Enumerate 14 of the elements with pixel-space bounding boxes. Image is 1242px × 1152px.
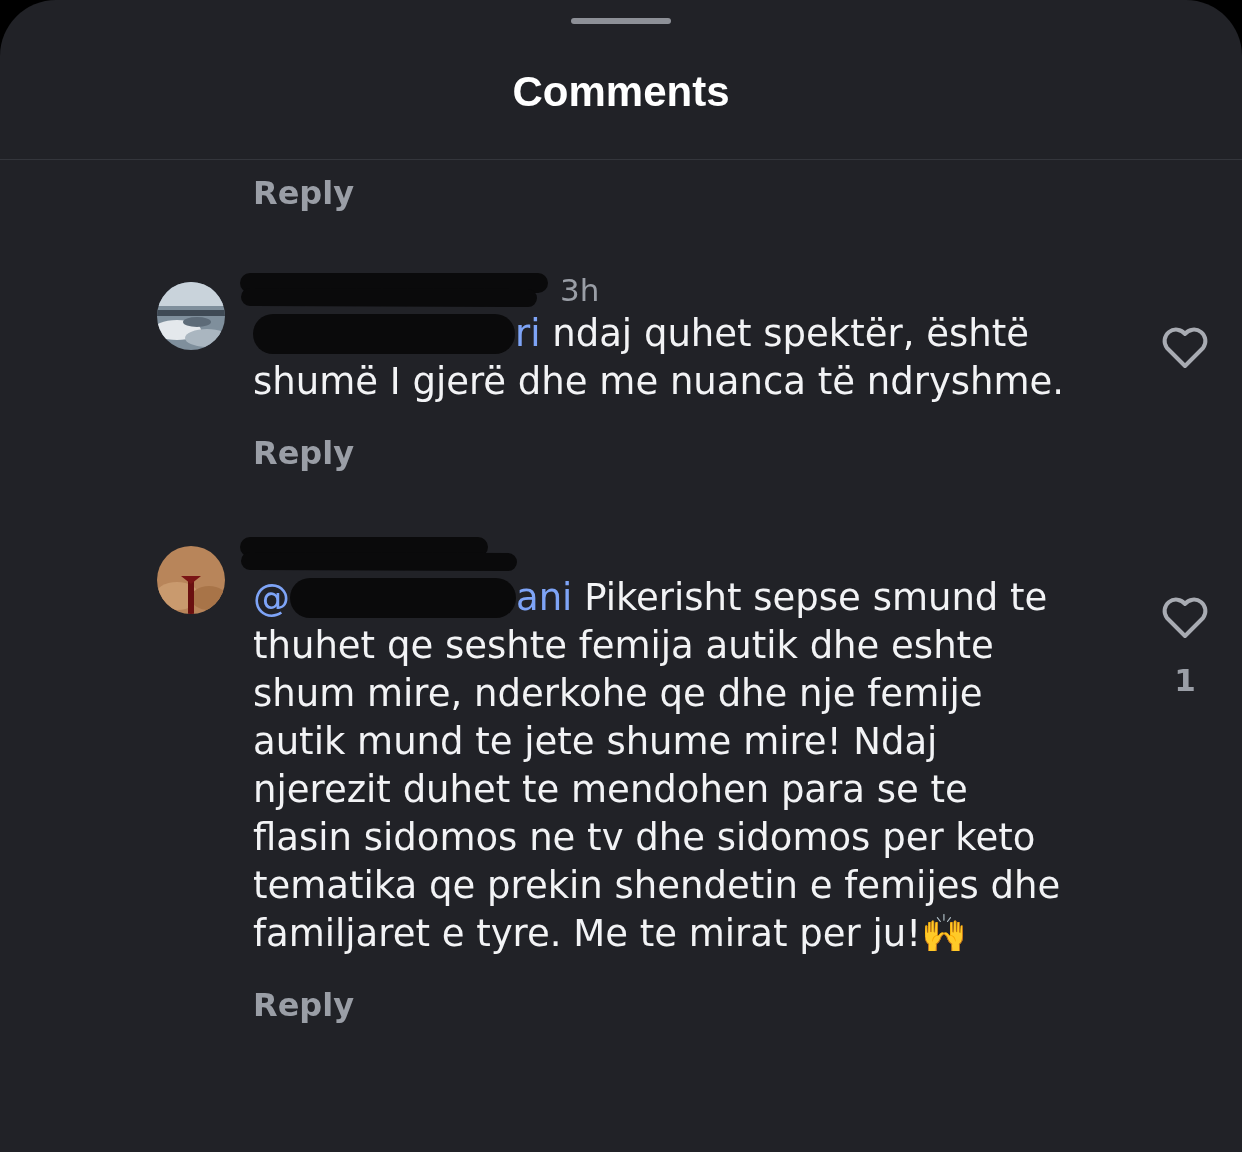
reply-link[interactable]: Reply (253, 986, 355, 1024)
mention-link[interactable]: ri (515, 312, 541, 355)
mention-link[interactable]: ani (516, 576, 573, 619)
heart-icon[interactable] (1161, 326, 1209, 370)
comment-text: ri ndaj quhet spektër, është shumë I gjerë dhe me nuanca të ndryshme. (253, 311, 1066, 405)
mention-link[interactable]: @ (253, 576, 290, 619)
sheet-title: Comments (512, 67, 730, 116)
comment-time: 3h (560, 272, 600, 308)
like-count: 1 (1174, 662, 1196, 698)
reply-link[interactable]: Reply (253, 434, 355, 472)
drag-handle[interactable] (571, 18, 671, 24)
reply-link[interactable]: Reply (253, 174, 355, 212)
comment-text: @ ani Pikerisht sepse smund te thuhet qe seshte femija autik dhe eshte shum mire, nderkohe qe dhe nje femije autik mund te jete shume mire! Ndaj njerezit duhet te mendohen para se te flasin sidomos ne tv dhe sidomos per keto tematika qe prekin shendetin e femijes dhe familjaret e tyre. Me te mirat per ju!🙌 (253, 575, 1062, 957)
heart-icon[interactable] (1161, 596, 1209, 640)
